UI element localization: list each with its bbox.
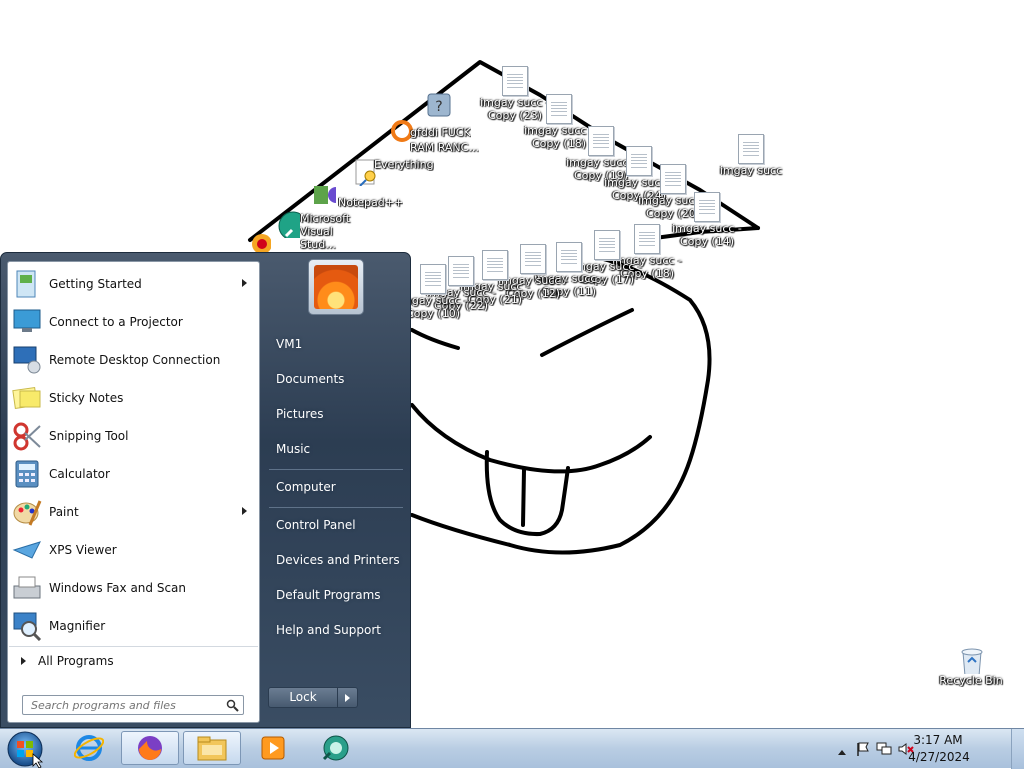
separator — [269, 507, 403, 508]
taskbar: 3:17 AM 4/27/2024 — [0, 728, 1024, 769]
separator — [269, 469, 403, 470]
clock-date[interactable]: 4/27/2024 — [904, 750, 974, 764]
taskbar-file-explorer[interactable] — [183, 731, 241, 765]
show-desktop-button[interactable] — [1011, 729, 1024, 769]
lock-button[interactable]: Lock — [268, 687, 338, 708]
submenu-arrow-icon — [242, 507, 247, 515]
paint-icon — [11, 496, 43, 528]
file-explorer-icon — [197, 736, 227, 761]
link-user-folder[interactable]: VM1 — [276, 337, 302, 351]
program-fax-scan[interactable]: Windows Fax and Scan — [11, 570, 257, 606]
text-file-icon — [420, 264, 446, 294]
taskbar-firefox[interactable] — [121, 731, 179, 765]
program-remote-desktop[interactable]: Remote Desktop Connection — [11, 342, 257, 378]
chevron-right-icon — [345, 694, 350, 702]
start-button[interactable] — [6, 730, 44, 768]
svg-text:?: ? — [435, 99, 442, 115]
visual-studio-icon — [278, 211, 300, 238]
link-help-support[interactable]: Help and Support — [276, 623, 381, 637]
link-music[interactable]: Music — [276, 442, 310, 456]
recycle-bin[interactable]: Recycle Bin — [934, 646, 1008, 687]
media-player-icon — [261, 736, 285, 760]
flower-avatar-image — [314, 265, 358, 309]
program-xps-viewer[interactable]: XPS Viewer — [11, 532, 257, 568]
link-pictures[interactable]: Pictures — [276, 407, 324, 421]
program-paint[interactable]: Paint — [11, 494, 257, 530]
taskbar-app[interactable] — [306, 731, 364, 765]
start-menu: Getting Started Connect to a Projector R… — [0, 252, 411, 728]
calculator-icon — [11, 458, 43, 490]
sticky-notes-icon — [11, 382, 43, 414]
fax-scan-icon — [11, 572, 43, 604]
app-icon — [322, 735, 349, 761]
desktop-icon-help[interactable]: ? — [402, 92, 476, 120]
projector-icon — [11, 306, 43, 338]
doc-icon[interactable]: imgay succ — [714, 134, 788, 177]
program-connect-projector[interactable]: Connect to a Projector — [11, 304, 257, 340]
link-devices-printers[interactable]: Devices and Printers — [276, 553, 400, 567]
link-control-panel[interactable]: Control Panel — [276, 518, 356, 532]
program-getting-started[interactable]: Getting Started — [11, 266, 257, 302]
text-file-icon — [738, 134, 764, 164]
search-icon[interactable] — [226, 699, 239, 712]
all-programs-arrow-icon — [21, 657, 26, 665]
recycle-bin-icon — [961, 648, 983, 674]
taskbar-internet-explorer[interactable] — [60, 731, 118, 765]
internet-explorer-icon — [74, 735, 104, 761]
network-icon[interactable] — [876, 742, 892, 759]
all-programs-button[interactable]: All Programs — [9, 646, 258, 675]
xps-viewer-icon — [11, 534, 43, 566]
taskbar-media-player[interactable] — [244, 731, 302, 765]
show-hidden-icons-chevron-up-icon[interactable] — [838, 744, 846, 758]
shutdown-options-button[interactable] — [338, 687, 358, 708]
program-sticky-notes[interactable]: Sticky Notes — [11, 380, 257, 416]
text-file-icon — [546, 94, 572, 124]
search-input[interactable] — [29, 698, 223, 713]
text-file-icon — [660, 164, 686, 194]
clock-time[interactable]: 3:17 AM — [908, 733, 968, 747]
action-center-flag-icon[interactable] — [856, 742, 870, 759]
user-avatar[interactable] — [308, 259, 364, 315]
magnifier-icon — [11, 610, 43, 642]
program-calculator[interactable]: Calculator — [11, 456, 257, 492]
program-snipping-tool[interactable]: Snipping Tool — [11, 418, 257, 454]
text-file-icon — [694, 192, 720, 222]
firefox-icon — [138, 736, 162, 760]
search-box[interactable] — [22, 695, 244, 715]
program-magnifier[interactable]: Magnifier — [11, 608, 257, 644]
system-tray: 3:17 AM 4/27/2024 — [834, 729, 1024, 769]
snipping-tool-icon — [11, 420, 43, 452]
start-menu-programs-pane: Getting Started Connect to a Projector R… — [7, 261, 260, 723]
notepad-plus-plus-icon — [314, 186, 336, 204]
link-documents[interactable]: Documents — [276, 372, 344, 386]
getting-started-icon — [11, 268, 43, 300]
link-computer[interactable]: Computer — [276, 480, 336, 494]
submenu-arrow-icon — [242, 279, 247, 287]
remote-desktop-icon — [11, 344, 43, 376]
text-file-icon — [502, 66, 528, 96]
help-icon: ? — [427, 93, 451, 117]
link-default-programs[interactable]: Default Programs — [276, 588, 381, 602]
